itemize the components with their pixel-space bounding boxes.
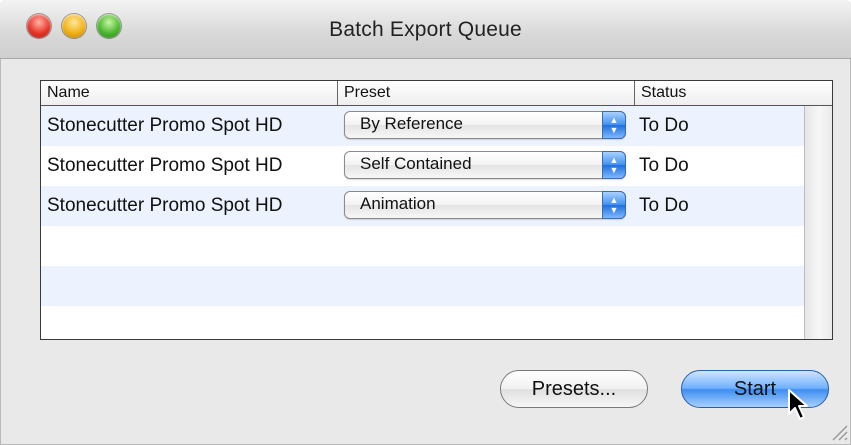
row-name: Stonecutter Promo Spot HD: [47, 155, 283, 176]
row-name: Stonecutter Promo Spot HD: [47, 115, 283, 136]
table-rows: Stonecutter Promo Spot HD By Reference ▲…: [41, 106, 804, 339]
empty-row: [41, 226, 804, 266]
window-title: Batch Export Queue: [329, 18, 522, 41]
up-down-arrows-icon: ▲ ▼: [602, 111, 626, 139]
preset-popup-label: Animation: [360, 194, 436, 213]
table-header: Name Preset Status: [41, 81, 832, 106]
table-row[interactable]: Stonecutter Promo Spot HD Animation ▲ ▼ T…: [41, 186, 804, 226]
preset-popup-label: By Reference: [360, 114, 463, 133]
preset-popup[interactable]: Self Contained ▲ ▼: [344, 151, 626, 179]
up-down-arrows-icon: ▲ ▼: [602, 151, 626, 179]
preset-popup[interactable]: Animation ▲ ▼: [344, 191, 626, 219]
column-header-preset[interactable]: Preset: [338, 81, 635, 105]
row-status: To Do: [639, 115, 689, 136]
empty-row: [41, 266, 804, 306]
row-status: To Do: [639, 195, 689, 216]
empty-row: [41, 306, 804, 339]
vertical-scrollbar[interactable]: [804, 106, 832, 339]
row-status: To Do: [639, 155, 689, 176]
table-row[interactable]: Stonecutter Promo Spot HD Self Contained…: [41, 146, 804, 186]
preset-popup[interactable]: By Reference ▲ ▼: [344, 111, 626, 139]
title-bar[interactable]: Batch Export Queue: [0, 0, 851, 59]
column-header-status[interactable]: Status: [635, 81, 832, 105]
presets-button[interactable]: Presets...: [500, 370, 648, 408]
column-header-name[interactable]: Name: [41, 81, 338, 105]
preset-popup-label: Self Contained: [360, 154, 472, 173]
table-row[interactable]: Stonecutter Promo Spot HD By Reference ▲…: [41, 106, 804, 146]
arrow-cursor-icon: [788, 389, 808, 420]
export-queue-table[interactable]: Name Preset Status Stonecutter Promo Spo…: [40, 80, 833, 340]
row-name: Stonecutter Promo Spot HD: [47, 195, 283, 216]
resize-grip-icon[interactable]: [825, 418, 849, 442]
batch-export-window: Batch Export Queue Name Preset Status St…: [0, 0, 851, 445]
up-down-arrows-icon: ▲ ▼: [602, 191, 626, 219]
